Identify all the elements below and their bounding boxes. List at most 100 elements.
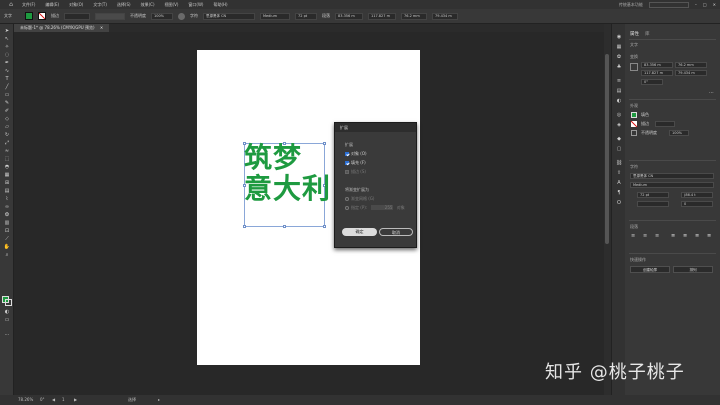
vertical-scrollbar[interactable] bbox=[604, 24, 611, 395]
panel-y-field[interactable]: 117.827 m bbox=[641, 70, 673, 76]
workspace-switcher[interactable]: 传统基本功能 bbox=[619, 0, 643, 9]
panel-fill-swatch[interactable] bbox=[631, 112, 637, 118]
recolor-icon[interactable] bbox=[178, 12, 185, 20]
gradient-panel-icon[interactable]: ▤ bbox=[615, 88, 623, 95]
scrollbar-thumb[interactable] bbox=[605, 54, 609, 244]
panel-w-field[interactable]: 76.2 mm bbox=[675, 62, 707, 68]
resize-handle[interactable] bbox=[283, 225, 286, 228]
panel-kerning[interactable] bbox=[637, 201, 669, 207]
symbol-sprayer-icon[interactable]: ❂ bbox=[3, 212, 11, 218]
close-icon[interactable]: ✕ bbox=[713, 0, 716, 9]
justify-right-icon[interactable]: ≣ bbox=[695, 233, 699, 239]
transparency-panel-icon[interactable]: ◐ bbox=[615, 98, 623, 105]
paintbrush-icon[interactable]: ✎ bbox=[3, 100, 11, 106]
object-checkbox[interactable] bbox=[345, 152, 349, 156]
eyedropper-icon[interactable]: ⌇ bbox=[3, 196, 11, 202]
font-style-field[interactable]: Medium bbox=[260, 12, 290, 20]
stroke-panel-icon[interactable]: ≡ bbox=[615, 78, 623, 85]
menu-type[interactable]: 文字(T) bbox=[93, 0, 107, 9]
more-options-icon[interactable]: ⋯ bbox=[709, 90, 714, 96]
hand-tool-icon[interactable]: ✋ bbox=[3, 244, 11, 250]
layers-panel-icon[interactable]: ◆ bbox=[615, 136, 623, 143]
perspective-icon[interactable]: ▦ bbox=[3, 172, 11, 178]
mesh-icon[interactable]: ⊞ bbox=[3, 180, 11, 186]
menu-edit[interactable]: 编辑(E) bbox=[45, 0, 59, 9]
gradient-icon[interactable]: ▤ bbox=[3, 188, 11, 194]
panel-stroke-weight[interactable] bbox=[655, 121, 675, 127]
free-transform-icon[interactable]: ⬚ bbox=[3, 156, 11, 162]
artboard-nav-prev-icon[interactable]: ◀ bbox=[52, 395, 55, 405]
fill-checkbox-row[interactable]: 填充 (F) bbox=[345, 160, 366, 166]
symbols-panel-icon[interactable]: ♣ bbox=[615, 64, 623, 71]
artboard-number[interactable]: 1 bbox=[62, 395, 65, 405]
resize-handle[interactable] bbox=[323, 225, 326, 228]
panel-opacity-field[interactable]: 100% bbox=[669, 130, 689, 136]
art-text-line-2[interactable]: 意大利 bbox=[244, 174, 331, 204]
reference-point-icon[interactable] bbox=[630, 63, 638, 71]
warp-icon[interactable]: ≈ bbox=[3, 148, 11, 154]
panel-stroke-swatch[interactable] bbox=[631, 121, 637, 127]
more-tools-icon[interactable]: ⋯ bbox=[3, 332, 11, 338]
create-outlines-button[interactable]: 创建轮廓 bbox=[630, 266, 670, 273]
panel-angle-field[interactable]: 0° bbox=[641, 79, 663, 85]
justify-all-icon[interactable]: ≣ bbox=[683, 233, 687, 239]
align-right-icon[interactable]: ≡ bbox=[655, 233, 659, 239]
selection-tool-icon[interactable]: ➤ bbox=[3, 28, 11, 34]
panel-leading[interactable]: (86.4 t bbox=[681, 192, 713, 198]
h-field[interactable]: 79.434 m bbox=[432, 12, 458, 20]
brushes-panel-icon[interactable]: ✿ bbox=[615, 54, 623, 61]
menu-view[interactable]: 视图(V) bbox=[165, 0, 179, 9]
zoom-level[interactable]: 78.26% bbox=[18, 395, 33, 405]
menu-effect[interactable]: 效果(C) bbox=[141, 0, 155, 9]
slice-icon[interactable]: ⟋ bbox=[3, 236, 11, 242]
menu-help[interactable]: 帮助(H) bbox=[213, 0, 227, 9]
resize-handle[interactable] bbox=[323, 142, 326, 145]
artboard-icon[interactable]: ⊡ bbox=[3, 228, 11, 234]
panel-x-field[interactable]: 83.356 m bbox=[641, 62, 673, 68]
menu-object[interactable]: 对象(O) bbox=[69, 0, 83, 9]
type-tool-icon[interactable]: T bbox=[3, 76, 11, 82]
y-field[interactable]: 117.827 m bbox=[368, 12, 396, 20]
fill-swatch[interactable] bbox=[25, 12, 33, 20]
zoom-tool-icon[interactable]: ⌕ bbox=[3, 252, 11, 258]
art-text-line-1[interactable]: 筑梦 bbox=[244, 143, 302, 173]
panel-font-style[interactable]: Medium bbox=[630, 182, 714, 188]
lasso-icon[interactable]: ◌ bbox=[3, 52, 11, 58]
color-panel-icon[interactable]: ◉ bbox=[615, 34, 623, 41]
paragraph-panel-icon[interactable]: ¶ bbox=[615, 190, 623, 197]
angle-readout[interactable]: 0° bbox=[40, 395, 45, 405]
cancel-button[interactable]: 取消 bbox=[379, 228, 413, 236]
search-field[interactable] bbox=[648, 1, 689, 8]
pencil-icon[interactable]: ✐ bbox=[3, 108, 11, 114]
appearance-panel-icon[interactable]: ◎ bbox=[615, 112, 623, 119]
stroke-weight-field[interactable] bbox=[64, 12, 90, 20]
justify-icon[interactable]: ≣ bbox=[671, 233, 675, 239]
resize-handle[interactable] bbox=[243, 225, 246, 228]
tab-close-icon[interactable]: ✕ bbox=[100, 25, 103, 30]
links-panel-icon[interactable]: ⛓ bbox=[615, 160, 623, 167]
menu-select[interactable]: 选择(S) bbox=[117, 0, 131, 9]
paragraph-label[interactable]: 段落 bbox=[322, 13, 330, 19]
minimize-icon[interactable]: – bbox=[695, 0, 697, 9]
rectangle-tool-icon[interactable]: ▭ bbox=[3, 92, 11, 98]
artboard-nav-next-icon[interactable]: ▶ bbox=[74, 395, 77, 405]
home-icon[interactable]: ⌂ bbox=[0, 0, 22, 9]
magic-wand-icon[interactable]: ✧ bbox=[3, 44, 11, 50]
pen-tool-icon[interactable]: ✒ bbox=[3, 60, 11, 66]
menu-file[interactable]: 文件(F) bbox=[22, 0, 35, 9]
font-family-field[interactable]: 思源黑体 CN bbox=[203, 12, 255, 20]
opacity-field[interactable]: 100% bbox=[151, 12, 173, 20]
canvas[interactable]: 筑梦 意大利 bbox=[14, 32, 604, 395]
arrange-button[interactable]: 排列 bbox=[673, 266, 713, 273]
font-size-field[interactable]: 72 pt bbox=[295, 12, 317, 20]
shape-builder-icon[interactable]: ◓ bbox=[3, 164, 11, 170]
w-field[interactable]: 76.2 mm bbox=[401, 12, 427, 20]
maximize-icon[interactable]: □ bbox=[703, 0, 707, 9]
panel-tracking[interactable]: 0 bbox=[681, 201, 713, 207]
align-center-icon[interactable]: ≡ bbox=[643, 233, 647, 239]
eraser-icon[interactable]: ▱ bbox=[3, 124, 11, 130]
stroke-swatch[interactable] bbox=[38, 12, 46, 20]
document-tab[interactable]: 未标题-1* @ 78.26% (CMYK/GPU 预览) ✕ bbox=[14, 24, 110, 32]
graphic-styles-icon[interactable]: ◈ bbox=[615, 122, 623, 129]
graph-icon[interactable]: ▥ bbox=[3, 220, 11, 226]
